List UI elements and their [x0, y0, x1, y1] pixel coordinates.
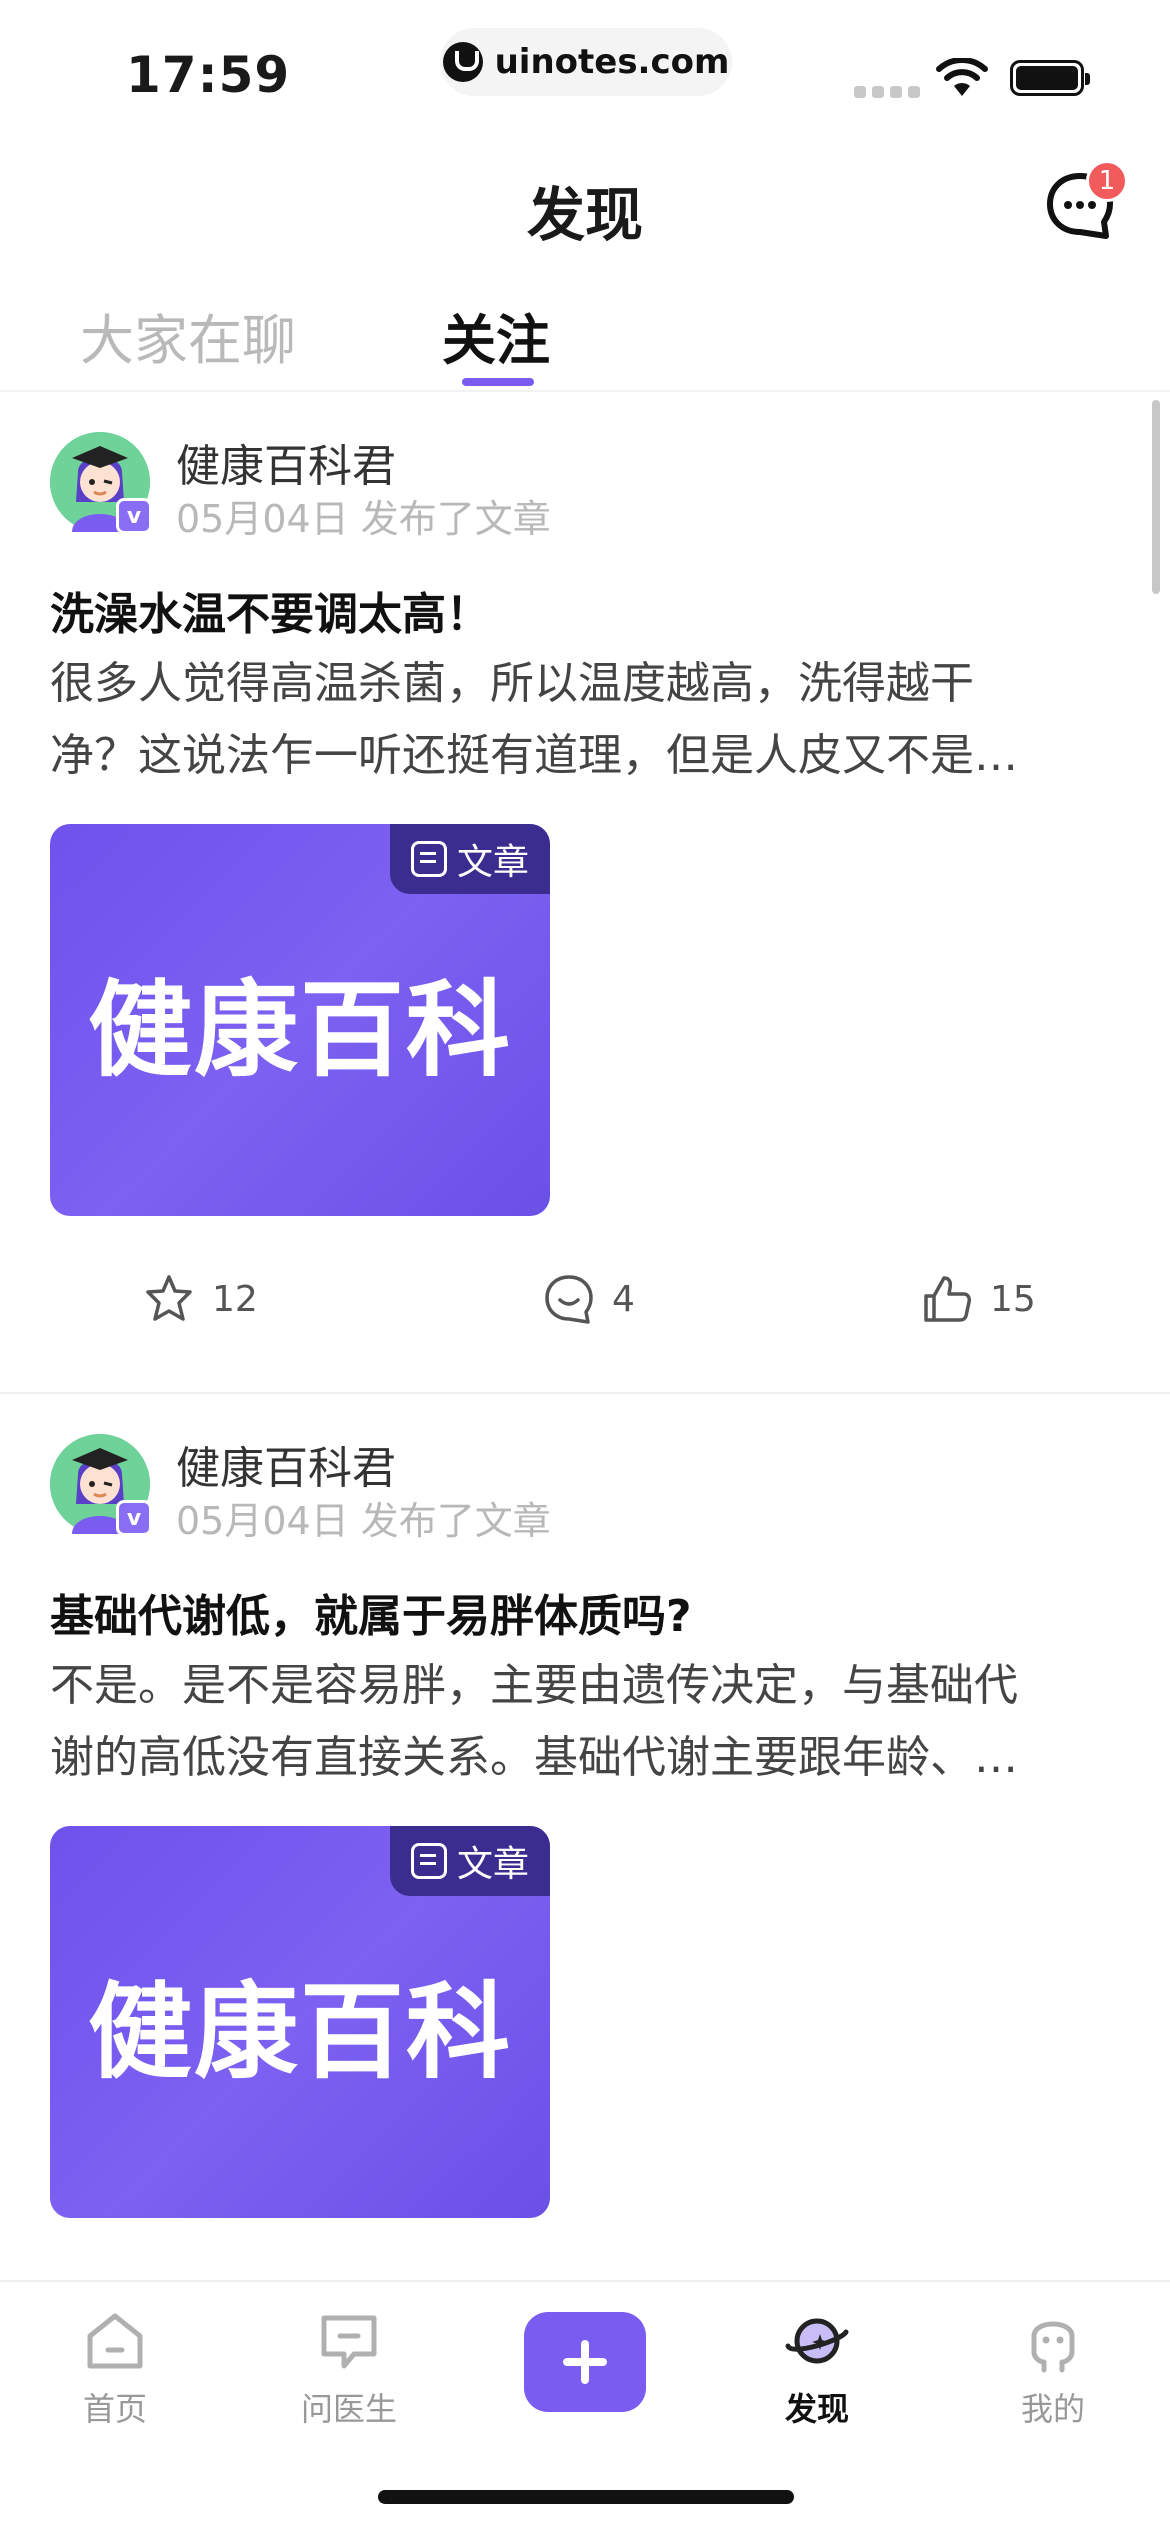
- post-thumbnail[interactable]: 健康百科 文章: [50, 824, 550, 1216]
- like-button[interactable]: 15: [920, 1272, 1036, 1326]
- post-meta: 05月04日 发布了文章: [176, 1499, 551, 1543]
- post-title[interactable]: 洗澡水温不要调太高！: [50, 578, 490, 642]
- status-time: 17:59: [126, 46, 291, 104]
- url-text: uinotes.com: [494, 42, 730, 82]
- author-name[interactable]: 健康百科君: [176, 1432, 396, 1496]
- verified-badge: v: [116, 1500, 152, 1536]
- verified-badge: v: [116, 498, 152, 534]
- document-icon: [410, 1843, 447, 1879]
- avatar[interactable]: v: [50, 432, 152, 534]
- post-actions: 12 4 15: [0, 1272, 1170, 1352]
- tab-following[interactable]: 关注: [442, 296, 550, 375]
- article-tag-label: 文章: [456, 842, 529, 883]
- signal-icon: [854, 86, 920, 98]
- nav-profile[interactable]: 我的: [978, 2306, 1128, 2430]
- nav-ask-doctor[interactable]: 问医生: [274, 2306, 424, 2430]
- post-excerpt[interactable]: 很多人觉得高温杀菌，所以温度越高，洗得越干 净？这说法乍一听还挺有道理，但是人皮…: [50, 648, 1120, 792]
- nav-discover-label: 发现: [784, 2390, 849, 2428]
- avatar[interactable]: v: [50, 1434, 152, 1536]
- comment-count: 4: [612, 1278, 635, 1320]
- site-logo-icon: [442, 42, 483, 82]
- battery-icon: [1010, 60, 1090, 96]
- article-tag: 文章: [390, 824, 550, 894]
- feed-post[interactable]: v 健康百科君 05月04日 发布了文章 基础代谢低，就属于易胖体质吗? 不是。…: [0, 1394, 1170, 2280]
- favorite-button[interactable]: 12: [142, 1272, 258, 1326]
- url-pill[interactable]: uinotes.com: [440, 28, 732, 96]
- ask-doctor-icon: [321, 2315, 377, 2369]
- post-title[interactable]: 基础代谢低，就属于易胖体质吗?: [50, 1580, 692, 1644]
- article-tag-label: 文章: [456, 1844, 529, 1885]
- author-name[interactable]: 健康百科君: [176, 430, 396, 494]
- comment-button[interactable]: 4: [542, 1272, 635, 1326]
- article-tag: 文章: [390, 1826, 550, 1896]
- star-icon: [146, 1275, 192, 1321]
- profile-icon: [1031, 2321, 1075, 2373]
- comment-icon: [545, 1275, 593, 1324]
- nav-profile-label: 我的: [1020, 2390, 1085, 2428]
- post-meta: 05月04日 发布了文章: [176, 497, 551, 541]
- active-tab-indicator: [462, 378, 534, 386]
- nav-home[interactable]: 首页: [40, 2306, 190, 2430]
- nav-discover[interactable]: 发现: [742, 2306, 892, 2430]
- favorite-count: 12: [212, 1278, 258, 1320]
- thumbs-up-icon: [924, 1276, 971, 1322]
- home-icon: [87, 2313, 143, 2369]
- nav-home-label: 首页: [82, 2390, 147, 2428]
- wifi-icon: [936, 58, 988, 96]
- like-count: 15: [990, 1278, 1036, 1320]
- feed-post[interactable]: v 健康百科君 05月04日 发布了文章 洗澡水温不要调太高！ 很多人觉得高温杀…: [0, 392, 1170, 1394]
- document-icon: [410, 841, 447, 877]
- planet-icon: [785, 2318, 849, 2364]
- post-excerpt[interactable]: 不是。是不是容易胖，主要由遗传决定，与基础代 谢的高低没有直接关系。基础代谢主要…: [50, 1650, 1120, 1794]
- tab-chatting[interactable]: 大家在聊: [80, 296, 296, 375]
- message-badge: 1: [1086, 160, 1128, 202]
- post-thumbnail[interactable]: 健康百科 文章: [50, 1826, 550, 2218]
- home-indicator: [378, 2490, 794, 2504]
- page-title: 发现: [526, 181, 643, 249]
- add-post-button[interactable]: [524, 2312, 646, 2412]
- nav-ask-doctor-label: 问医生: [300, 2390, 397, 2428]
- status-bar: 17:59 uinotes.com: [0, 0, 1170, 130]
